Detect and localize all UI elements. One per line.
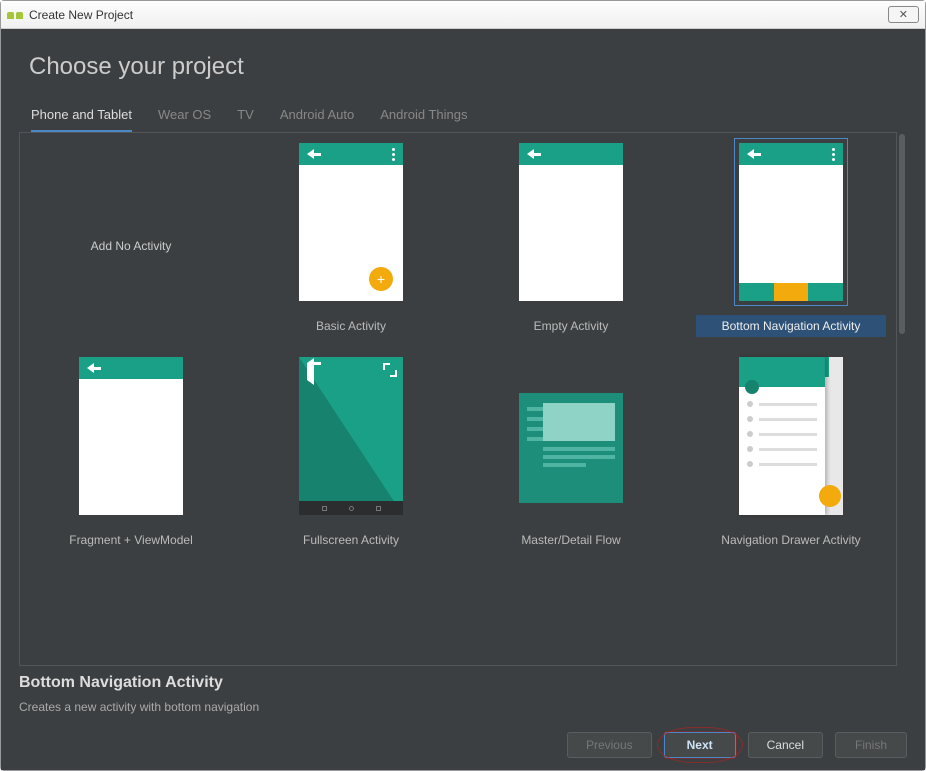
overflow-menu-icon (832, 148, 835, 161)
selection-info: Bottom Navigation Activity Creates a new… (19, 674, 907, 714)
finish-button[interactable]: Finish (835, 732, 907, 758)
vertical-scrollbar[interactable] (897, 132, 907, 666)
previous-button[interactable]: Previous (567, 732, 652, 758)
template-label: Fullscreen Activity (295, 529, 407, 551)
template-empty-activity[interactable]: Empty Activity (470, 143, 672, 337)
template-fullscreen-activity[interactable]: Fullscreen Activity (250, 357, 452, 551)
template-label: Add No Activity (83, 235, 180, 257)
window-close-button[interactable]: ✕ (888, 6, 919, 23)
cancel-button[interactable]: Cancel (748, 732, 823, 758)
template-navigation-drawer-activity[interactable]: Navigation Drawer Activity (690, 357, 892, 551)
back-arrow-icon (747, 149, 754, 159)
template-add-no-activity[interactable]: Add No Activity (30, 143, 232, 337)
template-panel: Add No Activity + Basic Activity (19, 132, 897, 666)
tab-tv[interactable]: TV (237, 107, 254, 132)
fab-icon (819, 485, 841, 507)
template-master-detail-flow[interactable]: Master/Detail Flow (470, 357, 672, 551)
back-arrow-icon (307, 358, 314, 385)
tab-android-auto[interactable]: Android Auto (280, 107, 354, 132)
android-studio-icon (7, 10, 23, 20)
scrollbar-thumb[interactable] (899, 134, 905, 334)
template-label: Fragment + ViewModel (61, 529, 201, 551)
template-label: Master/Detail Flow (513, 529, 628, 551)
template-basic-activity[interactable]: + Basic Activity (250, 143, 452, 337)
tab-wear-os[interactable]: Wear OS (158, 107, 211, 132)
overflow-menu-icon (392, 148, 395, 161)
system-nav-preview (299, 501, 403, 515)
next-button[interactable]: Next (664, 732, 736, 758)
window-title: Create New Project (29, 8, 133, 22)
tab-android-things[interactable]: Android Things (380, 107, 467, 132)
page-title: Choose your project (29, 53, 907, 81)
dialog-footer: Previous Next Cancel Finish (19, 732, 907, 758)
tab-phone-tablet[interactable]: Phone and Tablet (31, 107, 132, 132)
avatar-icon (745, 380, 759, 394)
titlebar: Create New Project ✕ (1, 1, 925, 29)
selection-title: Bottom Navigation Activity (19, 674, 907, 692)
tabs: Phone and Tablet Wear OS TV Android Auto… (19, 107, 907, 132)
template-fragment-viewmodel[interactable]: Fragment + ViewModel (30, 357, 232, 551)
fullscreen-icon (383, 363, 397, 377)
template-label: Bottom Navigation Activity (696, 315, 886, 337)
dialog-window: Create New Project ✕ Choose your project… (0, 0, 926, 771)
template-bottom-navigation-activity[interactable]: Bottom Navigation Activity (690, 143, 892, 337)
template-label: Empty Activity (526, 315, 617, 337)
fab-add-icon: + (369, 267, 393, 291)
bottom-nav-preview (739, 283, 843, 301)
back-arrow-icon (527, 149, 534, 159)
back-arrow-icon (307, 149, 314, 159)
dialog-content: Choose your project Phone and Tablet Wea… (1, 29, 925, 770)
template-label: Navigation Drawer Activity (713, 529, 868, 551)
selection-description: Creates a new activity with bottom navig… (19, 700, 907, 714)
template-label: Basic Activity (308, 315, 394, 337)
back-arrow-icon (87, 363, 94, 373)
